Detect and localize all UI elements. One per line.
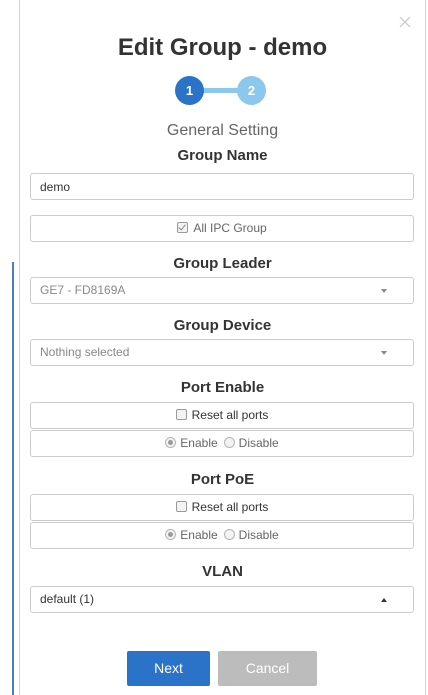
caret-up-icon bbox=[381, 598, 387, 602]
group-leader-select[interactable]: GE7 - FD8169A bbox=[30, 277, 414, 304]
step-subtitle: General Setting bbox=[166, 122, 279, 139]
step-connector bbox=[201, 88, 241, 93]
checkbox-icon[interactable] bbox=[175, 501, 187, 512]
close-icon[interactable] bbox=[397, 14, 413, 30]
port-poe-enable-radio[interactable] bbox=[165, 529, 177, 540]
cancel-button[interactable]: Cancel bbox=[218, 651, 317, 686]
port-poe-radio-row: Enable Disable bbox=[30, 522, 414, 549]
port-enable-label: Port Enable bbox=[180, 379, 265, 396]
caret-down-icon bbox=[381, 351, 387, 355]
group-leader-value: GE7 - FD8169A bbox=[40, 283, 126, 297]
checkbox-icon[interactable] bbox=[175, 409, 187, 420]
port-poe-label: Port PoE bbox=[190, 471, 255, 488]
group-name-label: Group Name bbox=[177, 147, 268, 164]
vlan-value: default (1) bbox=[40, 592, 95, 606]
port-poe-disable-radio[interactable] bbox=[223, 529, 235, 540]
all-ipc-group-label: All IPC Group bbox=[193, 221, 267, 235]
group-device-label: Group Device bbox=[173, 317, 272, 334]
group-device-value: Nothing selected bbox=[40, 345, 130, 359]
port-enable-radio-row: Enable Disable bbox=[30, 430, 414, 457]
vlan-label: VLAN bbox=[202, 563, 243, 580]
edit-group-modal: Edit Group - demo 1 2 General Setting Gr… bbox=[19, 0, 426, 695]
modal-title: Edit Group - demo bbox=[117, 34, 328, 61]
step-1[interactable]: 1 bbox=[175, 76, 204, 105]
caret-down-icon bbox=[381, 289, 387, 293]
group-device-select[interactable]: Nothing selected bbox=[30, 339, 414, 366]
page: Edit Group - demo 1 2 General Setting Gr… bbox=[0, 0, 428, 695]
checkbox-icon[interactable] bbox=[177, 222, 189, 233]
next-button[interactable]: Next bbox=[127, 651, 210, 686]
stepper: 1 2 bbox=[175, 76, 275, 106]
port-enable-enable-label: Enable bbox=[180, 436, 218, 450]
port-enable-reset-row[interactable]: Reset all ports bbox=[30, 402, 414, 429]
port-enable-disable-radio[interactable] bbox=[223, 437, 235, 448]
port-enable-reset-label: Reset all ports bbox=[191, 408, 269, 422]
step-2[interactable]: 2 bbox=[237, 76, 266, 105]
all-ipc-group-checkbox-row[interactable]: All IPC Group bbox=[30, 215, 414, 242]
port-poe-reset-label: Reset all ports bbox=[191, 500, 269, 514]
port-enable-disable-label: Disable bbox=[238, 436, 279, 450]
port-poe-disable-label: Disable bbox=[238, 528, 279, 542]
port-poe-reset-row[interactable]: Reset all ports bbox=[30, 494, 414, 521]
port-poe-enable-label: Enable bbox=[180, 528, 218, 542]
port-enable-enable-radio[interactable] bbox=[165, 437, 177, 448]
group-leader-label: Group Leader bbox=[173, 255, 272, 272]
group-name-input[interactable] bbox=[30, 173, 414, 200]
background-window-edge bbox=[12, 262, 14, 695]
vlan-select[interactable]: default (1) bbox=[30, 586, 414, 613]
